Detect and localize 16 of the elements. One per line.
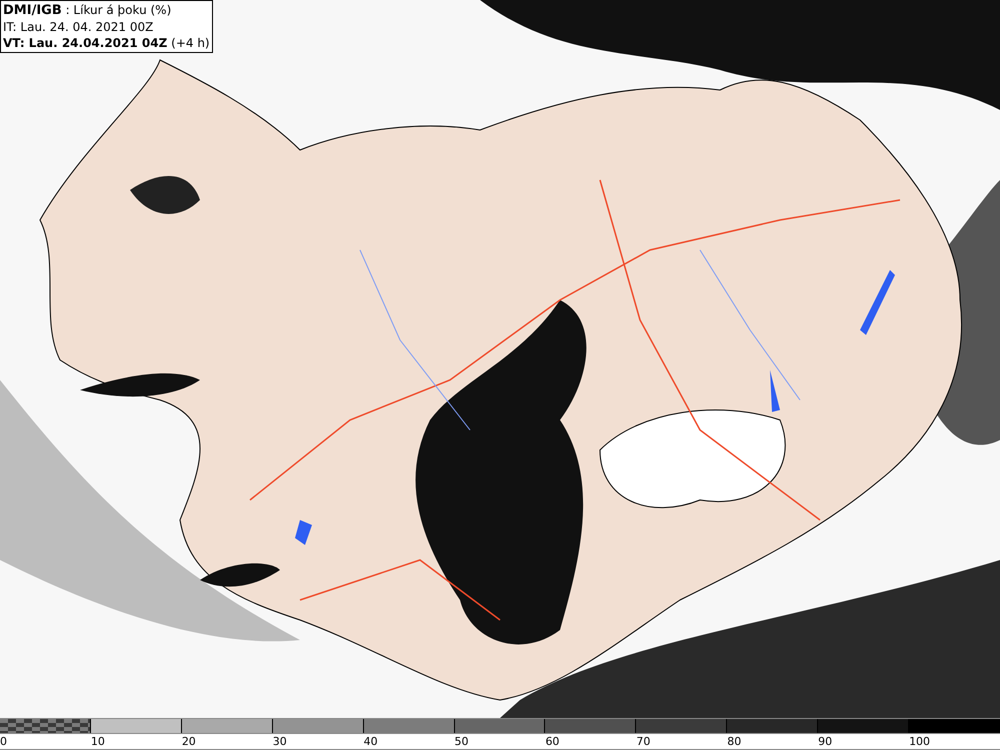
legend-label: 0: [0, 735, 7, 748]
legend-label: 10: [90, 735, 105, 748]
lead-time: (+4 h): [171, 36, 210, 50]
legend-label: 80: [727, 735, 742, 748]
legend-label: 20: [182, 735, 196, 748]
legend-label: 50: [454, 735, 469, 748]
map-title: : Líkur á þoku (%): [66, 3, 172, 17]
source-label: DMI/IGB: [3, 3, 62, 18]
legend-label: 40: [364, 735, 378, 748]
legend-label: 30: [272, 735, 287, 748]
valid-time: VT: Lau. 24.04.2021 04Z: [3, 36, 168, 50]
legend-label: 100: [909, 735, 930, 748]
legend-label: 70: [636, 735, 650, 748]
issue-time: IT: Lau. 24. 04. 2021 00Z: [3, 19, 154, 35]
legend-label: 90: [818, 735, 832, 748]
legend-label: 60: [545, 735, 560, 748]
